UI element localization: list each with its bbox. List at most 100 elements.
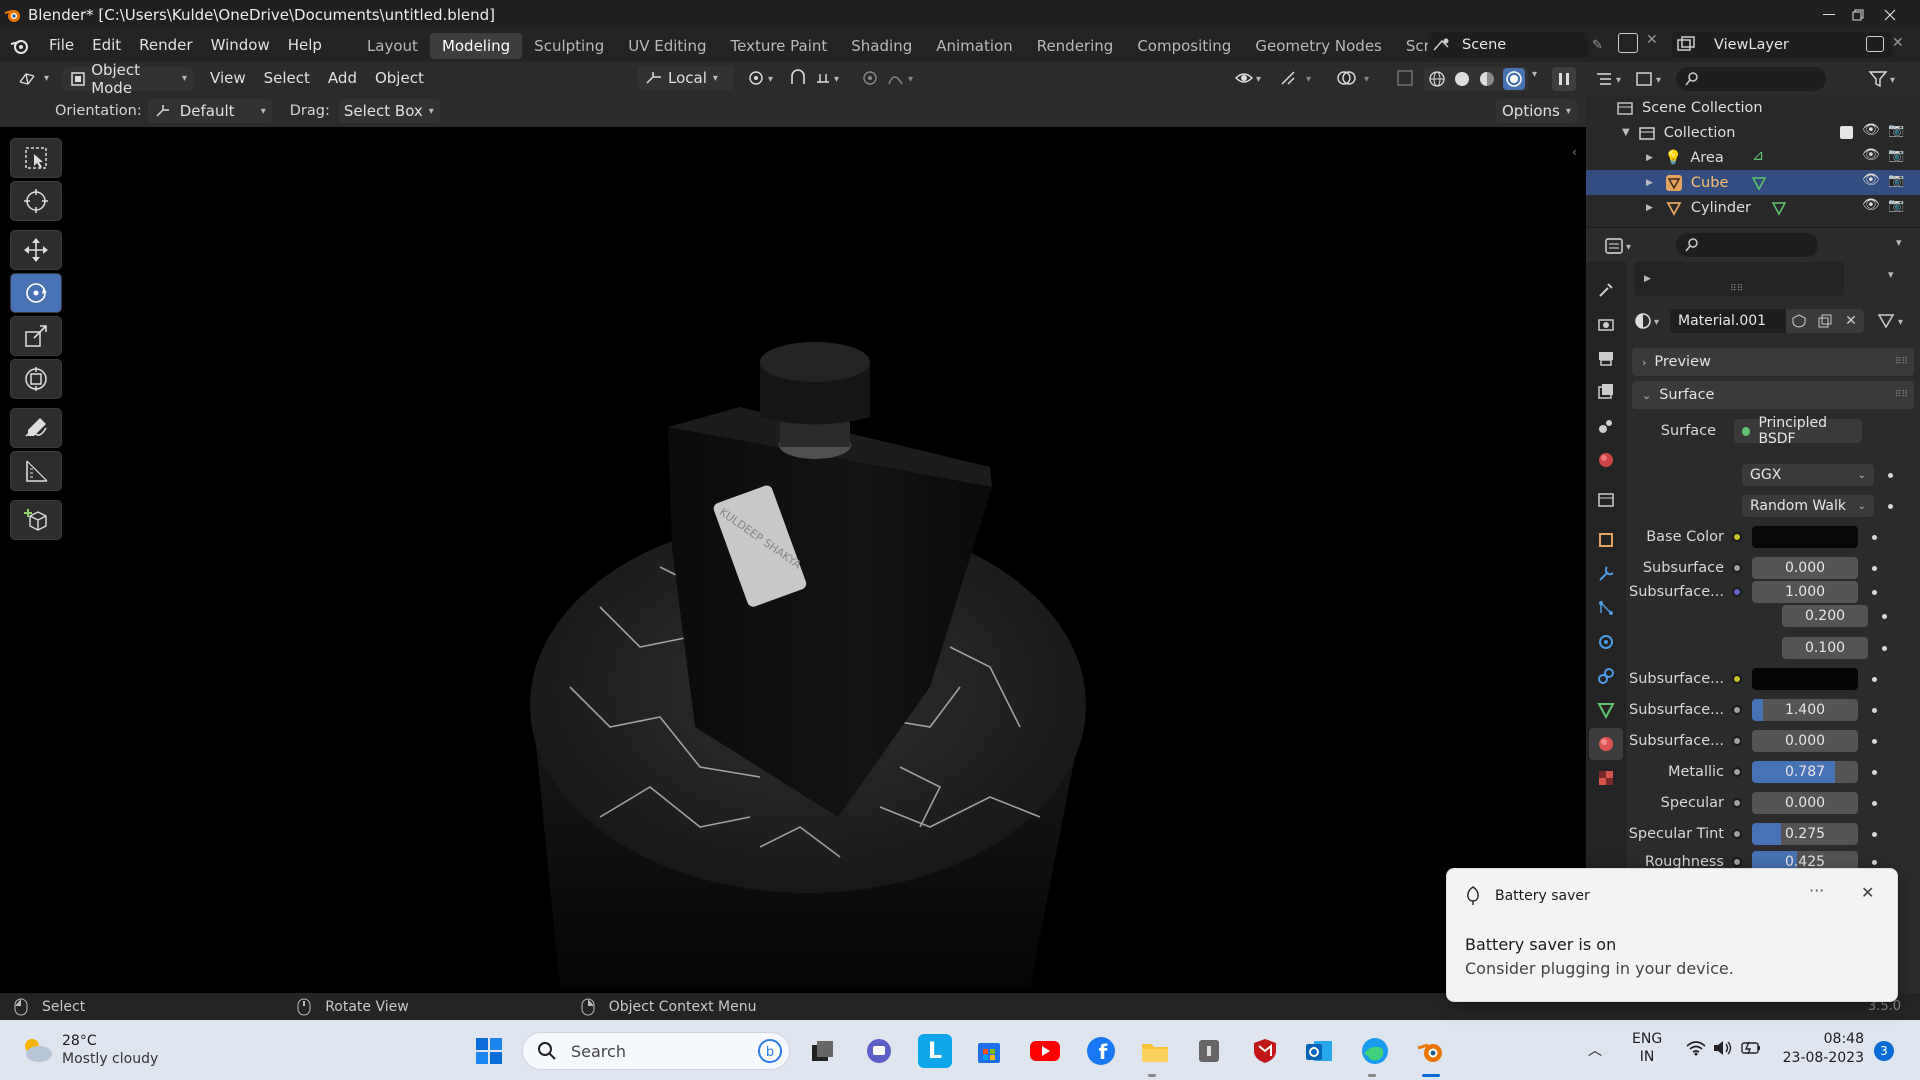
socket-icon[interactable]: [1732, 587, 1742, 597]
eye-icon[interactable]: 👁: [1862, 197, 1880, 213]
file-explorer-icon[interactable]: [1138, 1034, 1172, 1068]
unlink-material-icon[interactable]: ✕: [1838, 309, 1864, 333]
menu-help[interactable]: Help: [279, 29, 331, 62]
tab-physics-icon[interactable]: [1589, 626, 1623, 658]
keyframe-dot-icon[interactable]: [1872, 707, 1877, 713]
new-viewlayer-icon[interactable]: [1866, 36, 1884, 52]
distribution-selector[interactable]: GGX ⌄: [1742, 464, 1874, 486]
keyframe-dot-icon[interactable]: [1872, 565, 1877, 571]
keyframe-dot-icon[interactable]: [1872, 534, 1877, 540]
start-button[interactable]: [472, 1034, 506, 1068]
blender-taskbar-icon[interactable]: [1414, 1034, 1448, 1068]
menu-edit[interactable]: Edit: [83, 29, 130, 62]
app-gray-icon[interactable]: [1192, 1034, 1226, 1068]
drag-selector[interactable]: Select Box ▾: [337, 99, 440, 123]
socket-icon[interactable]: [1732, 563, 1742, 573]
close-icon[interactable]: ✕: [1861, 883, 1874, 902]
tab-uv-editing[interactable]: UV Editing: [616, 33, 718, 59]
value-slider-field[interactable]: 0.275: [1752, 823, 1858, 845]
tab-shading[interactable]: Shading: [839, 33, 924, 59]
weather-widget[interactable]: 28°C Mostly cloudy: [20, 1032, 158, 1068]
menu-render[interactable]: Render: [130, 29, 201, 62]
subsurface-method-selector[interactable]: Random Walk ⌄: [1742, 495, 1874, 517]
volume-icon[interactable]: [1712, 1039, 1734, 1057]
editor-type-button[interactable]: ▾: [10, 67, 55, 91]
shading-options-dropdown[interactable]: ▾: [1532, 69, 1537, 80]
tab-texture-paint[interactable]: Texture Paint: [718, 33, 839, 59]
outliner-item-cylinder[interactable]: ▶ Cylinder 👁 📷: [1586, 195, 1920, 220]
camera-icon[interactable]: 📷: [1888, 123, 1904, 138]
duplicate-material-icon[interactable]: [1812, 309, 1838, 333]
expand-arrow-icon[interactable]: ▶: [1646, 153, 1653, 163]
material-selector[interactable]: ▾ Material.001 ✕ ▾: [1634, 309, 1910, 333]
socket-icon[interactable]: [1732, 705, 1742, 715]
display-mode-icon[interactable]: ▾: [1634, 69, 1668, 89]
pin-icon[interactable]: ✎: [1592, 38, 1603, 53]
socket-icon[interactable]: [1732, 736, 1742, 746]
socket-icon[interactable]: [1732, 674, 1742, 684]
cursor-tool[interactable]: [10, 181, 62, 221]
keyframe-dot-icon[interactable]: [1888, 503, 1893, 509]
collapse-arrow-icon[interactable]: ▼: [1622, 127, 1630, 138]
slot-options-dropdown[interactable]: ▾: [1888, 268, 1894, 281]
tab-render-icon[interactable]: [1589, 308, 1623, 340]
app-l-icon[interactable]: L: [918, 1034, 952, 1068]
eye-icon[interactable]: 👁: [1862, 172, 1880, 188]
value-slider-field[interactable]: 0.200: [1782, 605, 1868, 627]
new-scene-icon[interactable]: [1618, 33, 1638, 53]
viewport-menu-select[interactable]: Select: [255, 62, 319, 95]
3d-viewport[interactable]: KULDEEP SHAKYA ‹: [0, 127, 1586, 993]
value-slider-field[interactable]: 0.100: [1782, 637, 1868, 659]
tab-world-icon[interactable]: [1589, 444, 1623, 476]
color-swatch-field[interactable]: [1752, 668, 1858, 690]
socket-icon[interactable]: [1732, 532, 1742, 542]
resize-handle-icon[interactable]: ⠿⠿: [1730, 284, 1743, 294]
outliner-editor-icon[interactable]: ▾: [1594, 69, 1628, 89]
keyframe-dot-icon[interactable]: [1888, 472, 1893, 478]
hidden-icons-chevron-icon[interactable]: ︿: [1588, 1040, 1602, 1060]
transform-orientation-selector[interactable]: Local ▾: [638, 66, 734, 90]
taskbar-search-input[interactable]: Search b: [522, 1032, 790, 1070]
outliner-item-area[interactable]: ▶ 💡 Area ⊿ 👁 📷: [1586, 145, 1920, 170]
battery-icon[interactable]: [1740, 1039, 1764, 1057]
visibility-icon[interactable]: ▾: [1234, 68, 1268, 88]
language-indicator[interactable]: ENG IN: [1632, 1030, 1662, 1066]
pause-render-icon[interactable]: [1552, 67, 1576, 91]
edge-icon[interactable]: [1358, 1034, 1392, 1068]
move-tool[interactable]: [10, 230, 62, 270]
tab-modeling[interactable]: Modeling: [429, 32, 523, 59]
overlays-icon[interactable]: ▾: [1336, 68, 1380, 88]
tab-constraints-icon[interactable]: [1589, 660, 1623, 692]
socket-icon[interactable]: [1732, 798, 1742, 808]
mcafee-icon[interactable]: [1248, 1034, 1282, 1068]
drag-handle-icon[interactable]: ⠿⠿: [1895, 390, 1908, 400]
preview-panel-header[interactable]: › Preview ⠿⠿: [1632, 348, 1914, 376]
keyframe-dot-icon[interactable]: [1872, 676, 1877, 682]
socket-icon[interactable]: [1732, 829, 1742, 839]
rendered-shading-icon[interactable]: [1502, 68, 1525, 90]
solid-shading-icon[interactable]: [1453, 70, 1471, 88]
proportional-edit-icon[interactable]: [860, 68, 880, 88]
tab-collection-icon[interactable]: [1589, 484, 1623, 516]
keyframe-dot-icon[interactable]: [1872, 831, 1877, 837]
outliner-item-cube[interactable]: ▶ Cube 👁 📷: [1586, 170, 1920, 195]
keyframe-dot-icon[interactable]: [1882, 645, 1887, 651]
tab-material-icon[interactable]: [1589, 728, 1623, 760]
keyframe-dot-icon[interactable]: [1872, 589, 1877, 595]
surface-shader-selector[interactable]: Principled BSDF: [1734, 415, 1862, 447]
socket-icon[interactable]: [1732, 857, 1742, 867]
tab-sculpting[interactable]: Sculpting: [522, 33, 616, 59]
eye-icon[interactable]: 👁: [1862, 147, 1880, 163]
tab-modifier-icon[interactable]: [1589, 558, 1623, 590]
tab-layout[interactable]: Layout: [355, 33, 430, 59]
teams-chat-icon[interactable]: [862, 1034, 896, 1068]
keyframe-dot-icon[interactable]: [1872, 738, 1877, 744]
viewport-menu-add[interactable]: Add: [319, 62, 366, 95]
tab-tool-icon[interactable]: [1589, 274, 1623, 306]
material-slot-list[interactable]: ▶ ⠿⠿: [1634, 262, 1844, 296]
snap-icon[interactable]: [786, 68, 810, 88]
xray-icon[interactable]: [1396, 69, 1414, 87]
value-slider-field[interactable]: 0.000: [1752, 730, 1858, 752]
menu-file[interactable]: File: [40, 29, 83, 62]
filter-icon[interactable]: ▾: [1868, 69, 1904, 89]
